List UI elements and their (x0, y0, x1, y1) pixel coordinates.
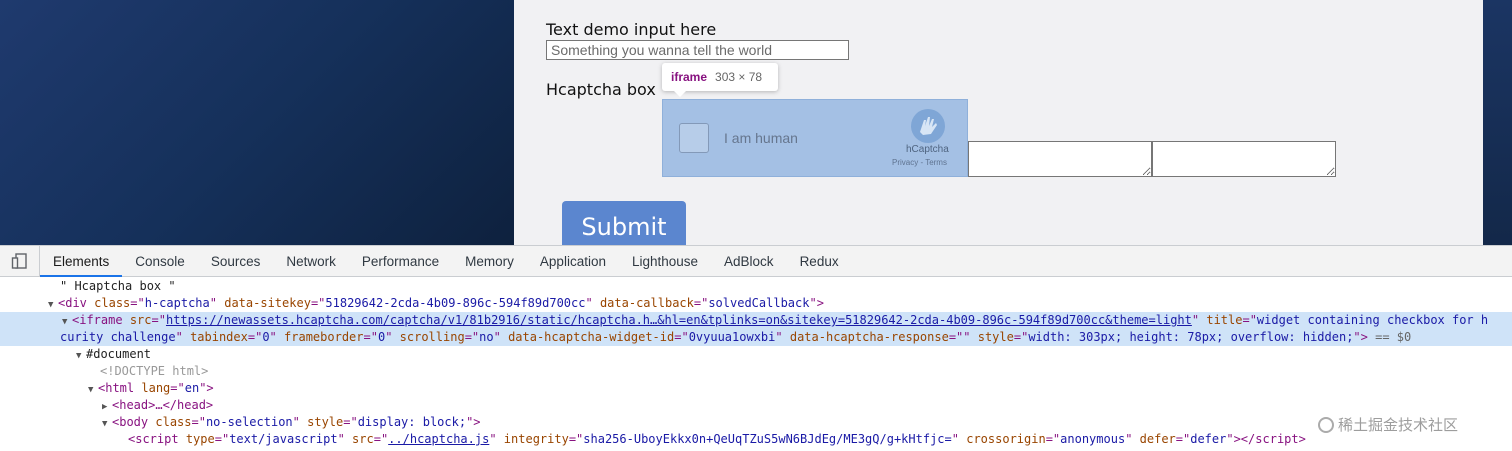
selected-node-marker: == $0 (1375, 330, 1412, 344)
dom-script-node[interactable]: <script type="text/javascript" src="../h… (0, 431, 1512, 448)
background-right (1483, 0, 1512, 245)
tab-redux[interactable]: Redux (787, 246, 852, 277)
text-demo-input[interactable] (546, 40, 849, 60)
hcaptcha-response-textarea[interactable] (968, 141, 1152, 177)
background-left (0, 0, 514, 245)
dom-iframe-row-wrap[interactable]: curity challenge" tabindex="0" framebord… (0, 329, 1512, 346)
dom-doctype[interactable]: <!DOCTYPE html> (0, 363, 1512, 380)
text-input-label: Text demo input here (546, 20, 717, 39)
tab-application[interactable]: Application (527, 246, 619, 277)
captcha-checkbox-text: I am human (724, 130, 798, 146)
tab-sources[interactable]: Sources (198, 246, 274, 277)
tab-elements[interactable]: Elements (40, 246, 123, 277)
dom-html-node[interactable]: ▼ <html lang="en"> (0, 380, 1512, 397)
dom-text-node[interactable]: " Hcaptcha box " (0, 278, 1512, 295)
dom-head-node[interactable]: ▶ <head>…</head> (0, 397, 1512, 414)
device-mode-icon (11, 253, 27, 269)
submit-button[interactable]: Submit (562, 201, 686, 245)
dom-iframe-row[interactable]: ▼ <iframe src="https://newassets.hcaptcha… (0, 312, 1512, 329)
captcha-label: Hcaptcha box (546, 80, 656, 99)
tab-network[interactable]: Network (273, 246, 349, 277)
g-recaptcha-response-textarea[interactable] (1152, 141, 1336, 177)
watermark-text: 稀土掘金技术社区 (1338, 416, 1459, 434)
element-tooltip: iframe 303 × 78 (662, 63, 778, 97)
tab-lighthouse[interactable]: Lighthouse (619, 246, 711, 277)
dom-div-hcaptcha[interactable]: ▼ <div class="h-captcha" data-sitekey="51… (0, 295, 1512, 312)
watermark-logo-icon (1318, 416, 1334, 433)
text-node-value: " Hcaptcha box " (60, 279, 176, 293)
dom-body-node[interactable]: ▼ <body class="no-selection" style="displ… (0, 414, 1512, 431)
page-viewport: Text demo input here Hcaptcha box I am h… (0, 0, 1512, 245)
captcha-checkbox[interactable] (679, 123, 709, 153)
watermark: 稀土掘金技术社区 (1318, 414, 1458, 435)
devtools-tabbar: Elements Console Sources Network Perform… (0, 245, 1512, 277)
iframe-src-link[interactable]: https://newassets.hcaptcha.com/captcha/v… (166, 313, 1192, 327)
dom-tree: " Hcaptcha box " ▼ <div class="h-captcha"… (0, 278, 1512, 451)
script-src-link[interactable]: ../hcaptcha.js (388, 432, 489, 446)
tab-adblock[interactable]: AdBlock (711, 246, 787, 277)
hcaptcha-logo-icon (911, 109, 945, 143)
tab-console[interactable]: Console (122, 246, 198, 277)
tab-memory[interactable]: Memory (452, 246, 527, 277)
hcaptcha-brand: hCaptcha (906, 144, 949, 155)
device-toolbar-icon[interactable] (0, 245, 40, 277)
hcaptcha-links[interactable]: Privacy - Terms (892, 158, 947, 167)
dom-document-node[interactable]: ▼ #document (0, 346, 1512, 363)
tooltip-tag: iframe (671, 70, 708, 84)
tab-performance[interactable]: Performance (349, 246, 452, 277)
tooltip-dimensions: 303 × 78 (715, 70, 763, 84)
devtools-panel: Elements Console Sources Network Perform… (0, 245, 1512, 451)
hcaptcha-iframe[interactable]: I am human hCaptcha Privacy - Terms (662, 99, 968, 177)
